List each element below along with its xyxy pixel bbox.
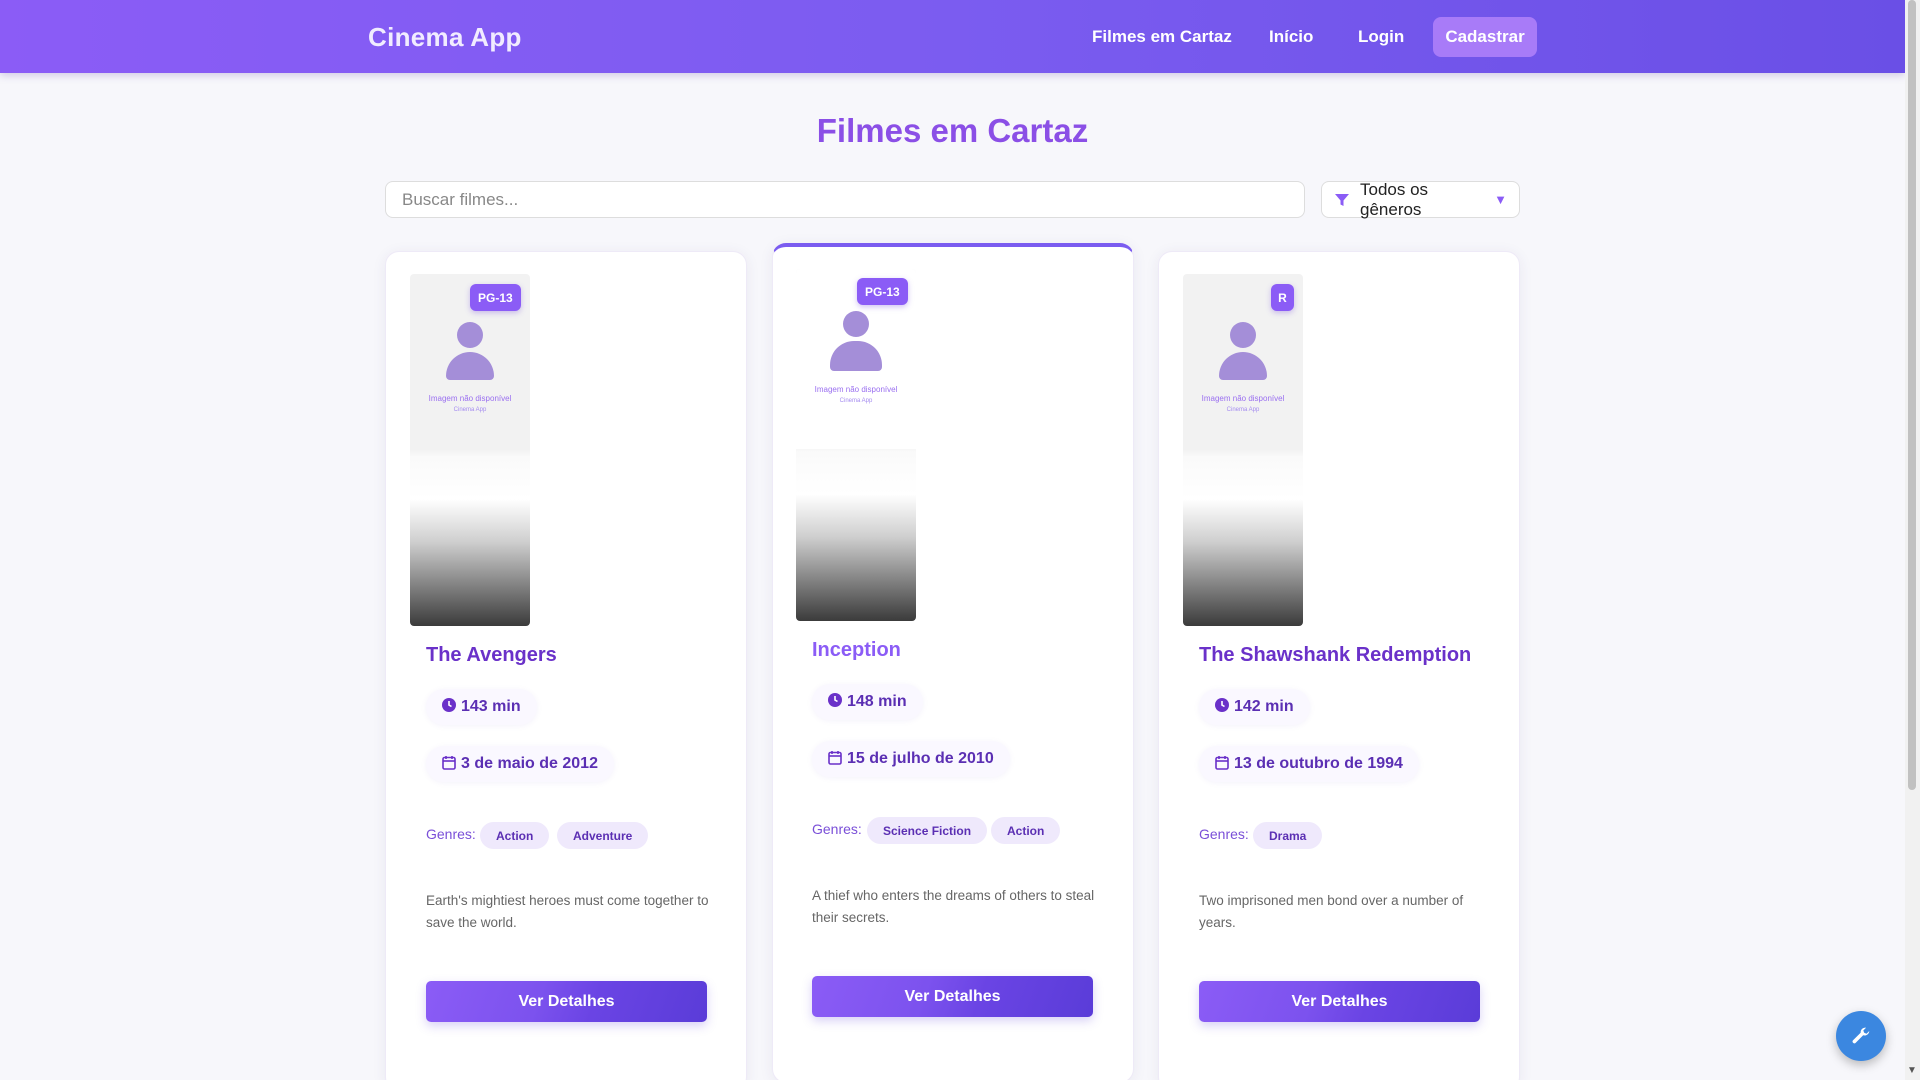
genre-chip[interactable]: Action — [480, 822, 550, 849]
genre-chip[interactable]: Science Fiction — [867, 817, 988, 844]
placeholder-person-icon — [843, 311, 869, 337]
poster-brand-text: Cinema App — [1226, 407, 1260, 413]
genres-label: Genres: — [812, 821, 862, 837]
genre-chip[interactable]: Adventure — [557, 822, 649, 849]
calendar-icon — [828, 750, 842, 769]
duration-pill: 142 min — [1199, 689, 1310, 725]
calendar-icon — [1215, 755, 1229, 774]
nav-login[interactable]: Login — [1358, 27, 1404, 47]
release-date-text: 13 de outubro de 1994 — [1234, 755, 1403, 772]
chevron-down-icon: ▼ — [1494, 192, 1507, 207]
poster-unavailable-text: Imagem não disponível — [1201, 394, 1285, 403]
scrollbar-thumb[interactable] — [1908, 0, 1916, 790]
details-button[interactable]: Ver Detalhes — [1199, 981, 1480, 1022]
duration-text: 148 min — [847, 693, 907, 710]
movie-description: Two imprisoned men bond over a number of… — [1199, 893, 1464, 930]
clock-icon — [442, 698, 456, 716]
genre-filter-value: Todos os gêneros — [1360, 179, 1429, 219]
duration-pill: 148 min — [812, 684, 923, 720]
duration-text: 142 min — [1234, 698, 1294, 715]
placeholder-person-icon — [1230, 322, 1256, 348]
duration-text: 143 min — [461, 698, 521, 715]
wrench-icon[interactable] — [1836, 1011, 1886, 1061]
signup-button[interactable]: Cadastrar — [1433, 17, 1537, 57]
filter-icon — [1335, 193, 1349, 206]
genre-chip[interactable]: Action — [991, 817, 1061, 844]
duration-pill: 143 min — [426, 689, 537, 725]
top-navbar: Cinema App Filmes em Cartaz Início Login… — [0, 0, 1905, 73]
movie-description: A thief who enters the dreams of others … — [812, 888, 1095, 925]
movie-poster[interactable]: Imagem não disponível Cinema App — [1183, 274, 1303, 626]
nav-inicio[interactable]: Início — [1269, 27, 1313, 47]
release-date-text: 3 de maio de 2012 — [461, 755, 598, 772]
movie-title[interactable]: The Avengers — [426, 644, 557, 667]
movie-description: Earth's mightiest heroes must come toget… — [426, 893, 709, 930]
genre-chip[interactable]: Drama — [1253, 822, 1323, 849]
genres-label: Genres: — [1199, 826, 1249, 842]
release-date-pill: 3 de maio de 2012 — [426, 746, 614, 782]
rating-badge: R — [1271, 284, 1294, 311]
brand-logo[interactable]: Cinema App — [368, 22, 522, 53]
details-button[interactable]: Ver Detalhes — [812, 976, 1093, 1017]
movie-card[interactable]: Imagem não disponível Cinema App PG-13 I… — [772, 243, 1134, 1080]
release-date-pill: 15 de julho de 2010 — [812, 741, 1010, 777]
poster-brand-text: Cinema App — [839, 398, 873, 404]
movie-card[interactable]: Imagem não disponível Cinema App R The S… — [1158, 251, 1520, 1080]
scroll-down-arrow-icon[interactable]: ▼ — [1906, 1065, 1918, 1077]
rating-badge: PG-13 — [470, 284, 521, 311]
clock-icon — [1215, 698, 1229, 716]
nav-filmes-em-cartaz[interactable]: Filmes em Cartaz — [1092, 27, 1232, 47]
page-title: Filmes em Cartaz — [816, 112, 1089, 149]
search-input[interactable] — [385, 181, 1305, 218]
genre-filter-select[interactable]: Todos os gêneros ▼ — [1321, 179, 1520, 219]
calendar-icon — [442, 755, 456, 774]
movie-title[interactable]: The Shawshank Redemption — [1199, 644, 1471, 667]
poster-brand-text: Cinema App — [453, 407, 487, 413]
details-button[interactable]: Ver Detalhes — [426, 981, 707, 1022]
rating-badge: PG-13 — [857, 278, 908, 305]
release-date-text: 15 de julho de 2010 — [847, 750, 994, 767]
poster-unavailable-text: Imagem não disponível — [814, 385, 898, 394]
poster-unavailable-text: Imagem não disponível — [428, 394, 512, 403]
movie-title[interactable]: Inception — [812, 639, 901, 662]
movie-card[interactable]: Imagem não disponível Cinema App PG-13 T… — [385, 251, 747, 1080]
placeholder-person-icon — [457, 322, 483, 348]
movie-poster[interactable]: Imagem não disponível Cinema App — [796, 269, 916, 621]
clock-icon — [828, 693, 842, 711]
release-date-pill: 13 de outubro de 1994 — [1199, 746, 1419, 782]
movie-poster[interactable]: Imagem não disponível Cinema App — [410, 274, 530, 626]
genres-label: Genres: — [426, 826, 476, 842]
